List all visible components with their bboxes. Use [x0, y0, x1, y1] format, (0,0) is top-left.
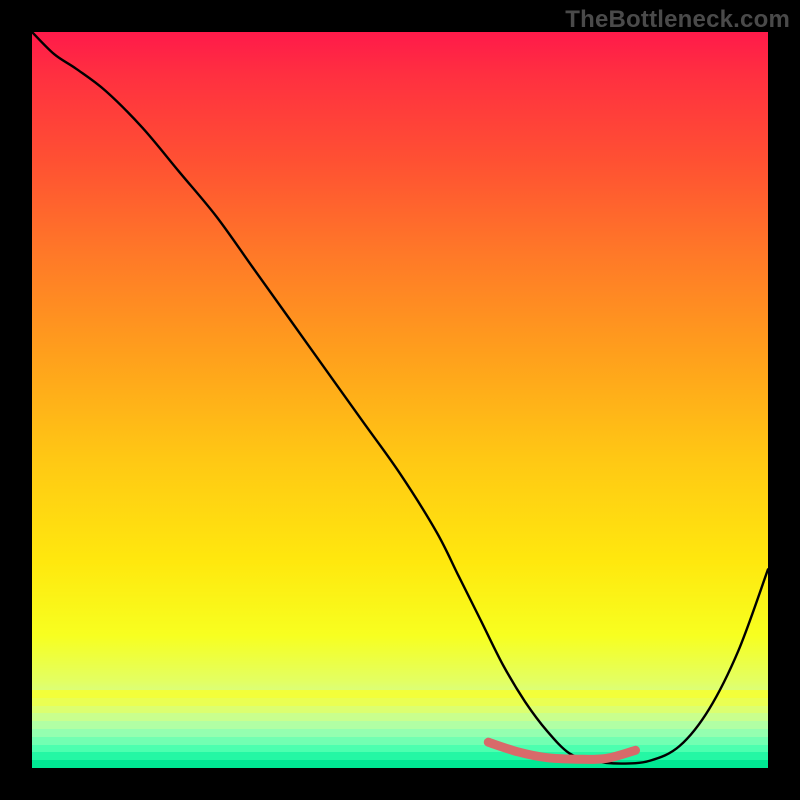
bottleneck-curve [32, 32, 768, 764]
sweet-spot-marker [488, 742, 635, 759]
plot-area [32, 32, 768, 768]
chart-container: TheBottleneck.com [0, 0, 800, 800]
chart-svg [32, 32, 768, 768]
watermark-text: TheBottleneck.com [565, 6, 790, 34]
